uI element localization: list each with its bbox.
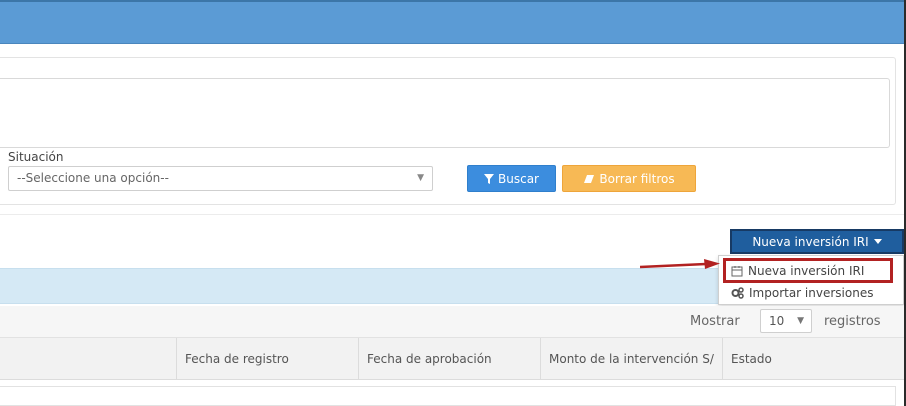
page-length-select[interactable]: 10 ▼ [760,309,812,333]
mostrar-label: Mostrar [690,314,740,329]
table-body [0,386,896,406]
column-header-monto[interactable]: Monto de la intervención S/ [540,338,722,380]
situacion-select-value: --Seleccione una opción-- [17,171,169,185]
nueva-inversion-button-label: Nueva inversión IRI [752,234,869,249]
page-length-value: 10 [769,314,785,328]
annotation-arrow-icon [640,259,720,269]
buscar-button[interactable]: Buscar [467,165,556,192]
eraser-icon [584,174,595,183]
caret-down-icon [873,239,882,244]
dropdown-item-importar-inversiones-label: Importar inversiones [749,286,874,300]
nueva-inversion-dropdown-button[interactable]: Nueva inversión IRI [730,229,904,254]
borrar-filtros-label: Borrar filtros [599,171,675,186]
chevron-down-icon: ▼ [797,316,804,326]
column-header-fecha-aprobacion[interactable]: Fecha de aprobación [358,338,540,380]
registros-label: registros [824,314,881,329]
situacion-select[interactable]: --Seleccione una opción-- ▼ [8,166,433,191]
column-header-estado[interactable]: Estado [722,338,904,380]
dropdown-item-importar-inversiones[interactable]: Importar inversiones [719,282,903,304]
top-header-bar [0,0,904,44]
filter-text-area[interactable] [0,78,890,148]
situacion-label: Situación [8,150,64,164]
section-divider [0,214,904,215]
column-header-fecha-registro[interactable]: Fecha de registro [176,338,358,380]
gears-icon [731,287,744,299]
buscar-button-label: Buscar [498,171,539,186]
borrar-filtros-button[interactable]: Borrar filtros [562,165,696,192]
filter-icon [484,173,494,184]
chevron-down-icon: ▼ [417,173,424,183]
annotation-highlight-box [723,258,893,283]
